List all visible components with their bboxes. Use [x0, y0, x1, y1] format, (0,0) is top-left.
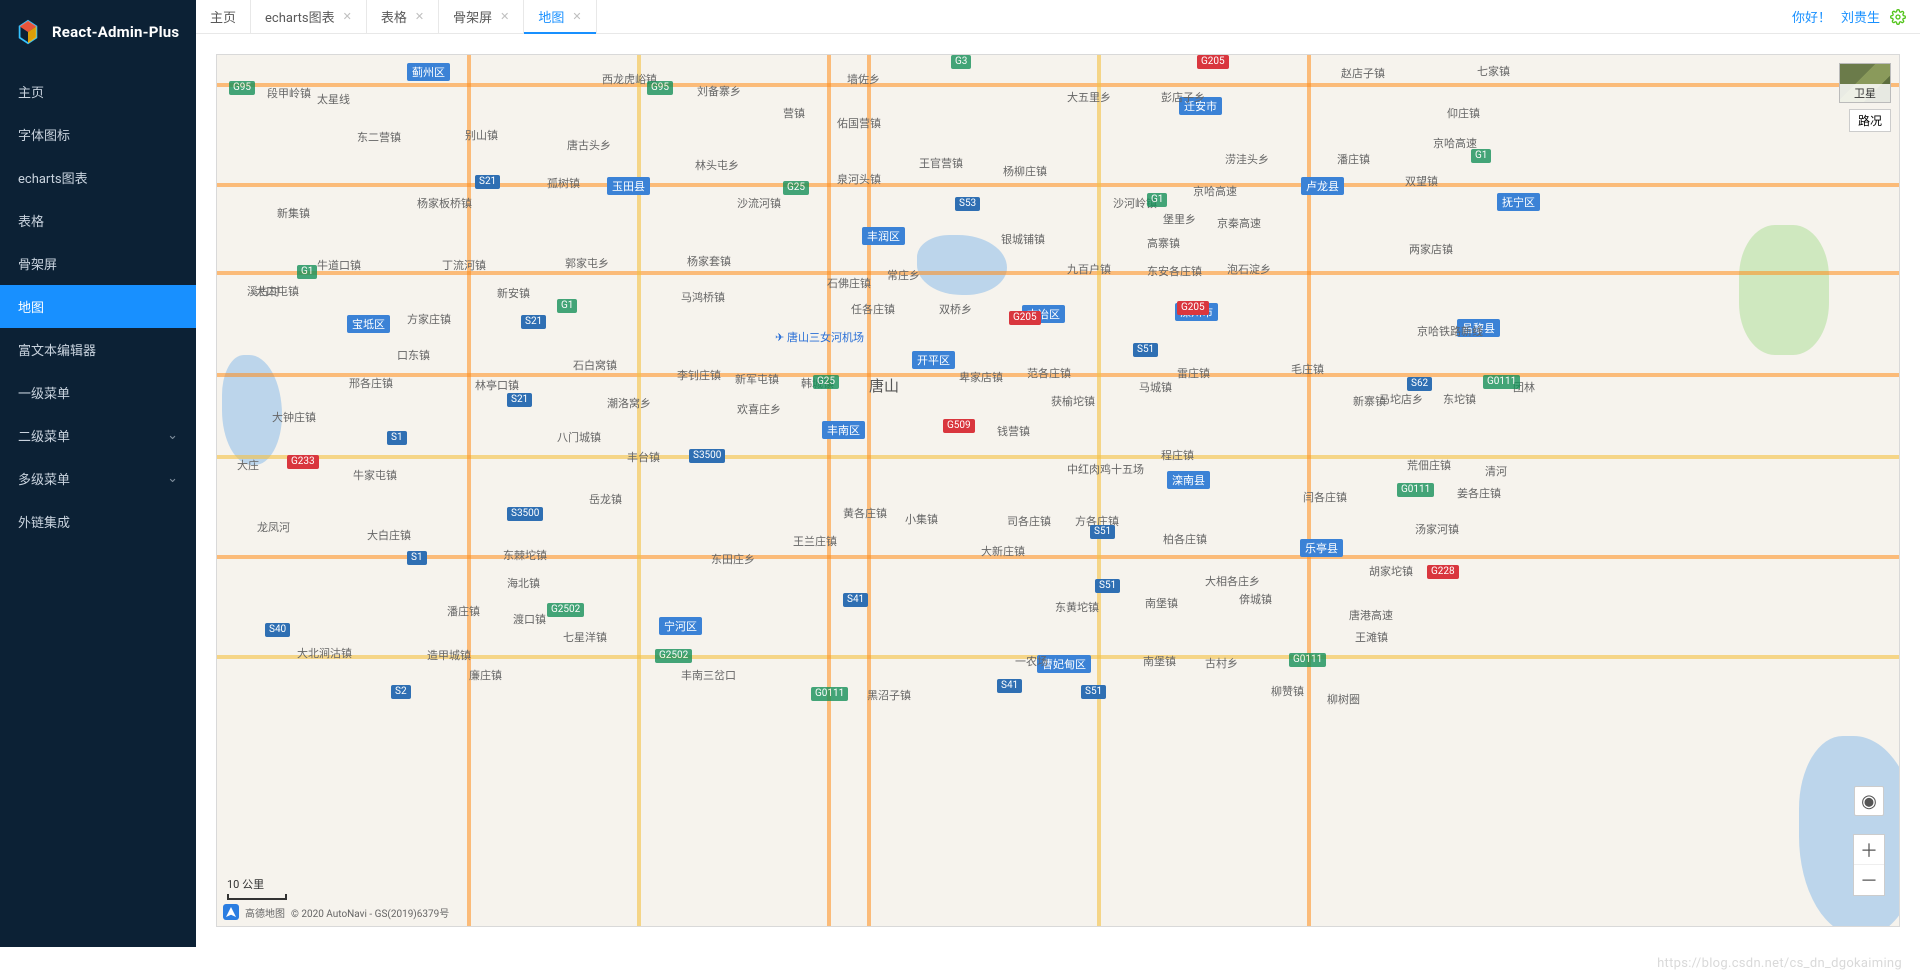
nav-label: 多级菜单: [18, 469, 70, 488]
tab-echarts[interactable]: echarts图表 ✕: [251, 0, 367, 33]
watermark: https://blog.csdn.net/cs_dn_dgokaiming: [1657, 956, 1902, 971]
sidebar-item-table[interactable]: 表格: [0, 199, 196, 242]
scale-bar-line: [227, 894, 287, 900]
road: [637, 55, 641, 926]
satellite-toggle[interactable]: 卫星: [1839, 63, 1891, 103]
scale-bar: 10 公里: [227, 876, 287, 900]
close-icon[interactable]: ✕: [500, 10, 509, 23]
road: [1097, 55, 1101, 926]
tab-label: 主页: [210, 7, 236, 26]
zoom-in-button[interactable]: ＋: [1854, 835, 1884, 865]
gear-icon[interactable]: [1890, 9, 1906, 25]
sidebar-item-menu-multi[interactable]: 多级菜单 ⌄: [0, 457, 196, 500]
tab-skeleton[interactable]: 骨架屏 ✕: [439, 0, 524, 33]
nav-label: 二级菜单: [18, 426, 70, 445]
traffic-toggle[interactable]: 路况: [1849, 109, 1891, 132]
content: 唐山 ✈ 唐山三女河机场 蓟州区玉田县宝坻区丰润区古冶区开平区丰南区宁河区曹妃甸…: [196, 34, 1920, 947]
sidebar-item-icons[interactable]: 字体图标: [0, 113, 196, 156]
logo-icon: [14, 18, 42, 46]
sidebar-item-map[interactable]: 地图: [0, 285, 196, 328]
tab-label: 表格: [381, 7, 407, 26]
park-area: [1739, 225, 1829, 355]
username[interactable]: 刘贵生: [1841, 7, 1880, 26]
zoom-controls: ◉ ＋ －: [1853, 786, 1885, 896]
nav-label: 字体图标: [18, 125, 70, 144]
sidebar-item-menu1[interactable]: 一级菜单: [0, 371, 196, 414]
main: 主页 echarts图表 ✕ 表格 ✕ 骨架屏 ✕ 地图 ✕ 你好！ 刘贵生: [196, 0, 1920, 947]
chevron-down-icon: ⌄: [167, 471, 178, 486]
amap-brand: 高德地图: [245, 905, 285, 920]
tab-label: 骨架屏: [453, 7, 492, 26]
tab-label: 地图: [538, 7, 564, 26]
nav-label: 外链集成: [18, 512, 70, 531]
nav-label: 地图: [18, 297, 44, 316]
header-right: 你好！ 刘贵生: [1792, 7, 1920, 26]
road: [867, 55, 871, 926]
amap-logo-icon: [223, 904, 239, 920]
sidebar-item-skeleton[interactable]: 骨架屏: [0, 242, 196, 285]
tab-table[interactable]: 表格 ✕: [367, 0, 439, 33]
map-attribution: 高德地图 © 2020 AutoNavi - GS(2019)6379号: [223, 904, 449, 920]
chevron-down-icon: ⌄: [167, 428, 178, 443]
road: [467, 55, 471, 926]
map[interactable]: 唐山 ✈ 唐山三女河机场 蓟州区玉田县宝坻区丰润区古冶区开平区丰南区宁河区曹妃甸…: [216, 54, 1900, 927]
nav-label: echarts图表: [18, 168, 88, 187]
sidebar-item-menu2[interactable]: 二级菜单 ⌄: [0, 414, 196, 457]
nav-label: 表格: [18, 211, 44, 230]
brand: React-Admin-Plus: [0, 0, 196, 70]
map-type-controls: 卫星 路况: [1839, 63, 1891, 132]
brand-name: React-Admin-Plus: [52, 23, 179, 41]
nav-label: 骨架屏: [18, 254, 57, 273]
tabs: 主页 echarts图表 ✕ 表格 ✕ 骨架屏 ✕ 地图 ✕: [196, 0, 597, 33]
sidebar-item-richtext[interactable]: 富文本编辑器: [0, 328, 196, 371]
sidebar-item-echarts[interactable]: echarts图表: [0, 156, 196, 199]
nav: 主页 字体图标 echarts图表 表格 骨架屏 地图 富文本编辑器 一级菜单 …: [0, 70, 196, 543]
zoom-out-button[interactable]: －: [1854, 865, 1884, 895]
scale-text: 10 公里: [227, 876, 287, 892]
nav-label: 富文本编辑器: [18, 340, 96, 359]
tab-map[interactable]: 地图 ✕: [524, 0, 596, 33]
greeting: 你好！: [1792, 7, 1831, 26]
amap-copyright: © 2020 AutoNavi - GS(2019)6379号: [291, 905, 449, 920]
sidebar-item-external[interactable]: 外链集成: [0, 500, 196, 543]
sidebar: React-Admin-Plus 主页 字体图标 echarts图表 表格 骨架…: [0, 0, 196, 947]
tabbar: 主页 echarts图表 ✕ 表格 ✕ 骨架屏 ✕ 地图 ✕ 你好！ 刘贵生: [196, 0, 1920, 34]
close-icon[interactable]: ✕: [343, 10, 352, 23]
close-icon[interactable]: ✕: [572, 10, 581, 23]
road: [827, 55, 831, 926]
close-icon[interactable]: ✕: [415, 10, 424, 23]
tab-label: echarts图表: [265, 7, 335, 26]
road: [1307, 55, 1311, 926]
satellite-label: 卫星: [1840, 84, 1890, 102]
nav-label: 主页: [18, 82, 44, 101]
locate-button[interactable]: ◉: [1854, 786, 1884, 816]
sidebar-item-home[interactable]: 主页: [0, 70, 196, 113]
tab-home[interactable]: 主页: [196, 0, 251, 33]
nav-label: 一级菜单: [18, 383, 70, 402]
zoom-group: ＋ －: [1853, 834, 1885, 896]
